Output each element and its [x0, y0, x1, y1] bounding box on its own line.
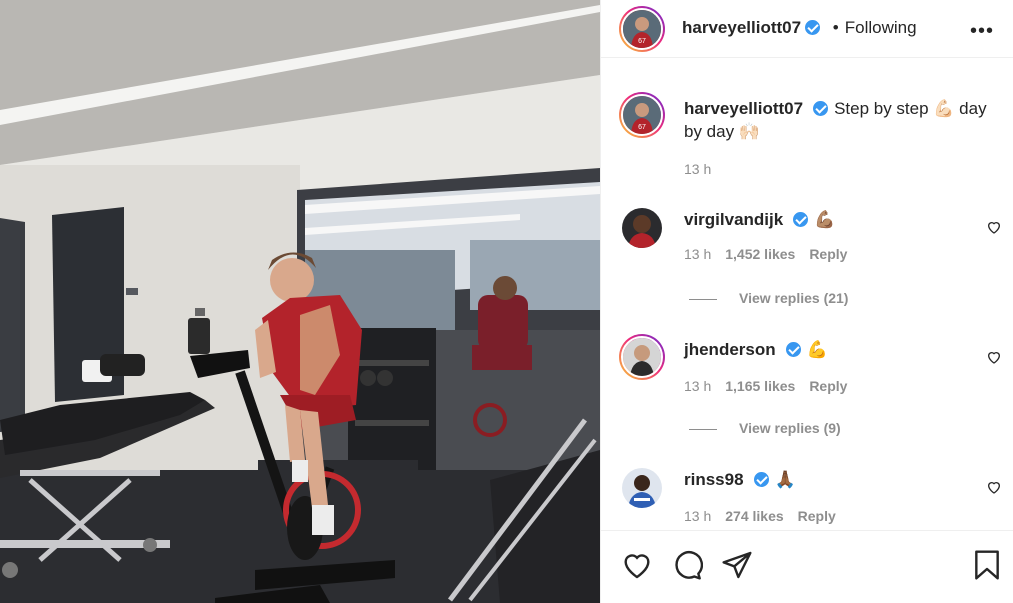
- view-replies-button[interactable]: View replies (9): [689, 420, 841, 436]
- comments-list[interactable]: 67 harveyelliott07 Step by step 💪🏻 day by…: [601, 58, 1013, 530]
- author-avatar[interactable]: 67: [619, 6, 665, 52]
- reply-button[interactable]: Reply: [809, 378, 847, 394]
- verified-badge-icon: [813, 101, 829, 116]
- comment-meta: 13 h 1,165 likes Reply: [684, 378, 847, 394]
- comment-icon[interactable]: [671, 549, 703, 581]
- avatar-image: 67: [623, 10, 661, 48]
- comment-likes[interactable]: 1,165 likes: [725, 378, 795, 394]
- commenter-avatar[interactable]: [619, 334, 665, 380]
- comment-body: 💪🏽: [814, 210, 836, 229]
- comment-time[interactable]: 13 h: [684, 378, 711, 394]
- comment-like-icon[interactable]: [986, 479, 1002, 495]
- comment-meta: 13 h 1,452 likes Reply: [684, 246, 847, 262]
- author-username[interactable]: harveyelliott07: [682, 18, 801, 37]
- commenter-avatar[interactable]: [622, 208, 662, 248]
- comment-time[interactable]: 13 h: [684, 508, 711, 524]
- post-sidebar: 67 harveyelliott07 • Following ••• 67 ha…: [600, 0, 1013, 603]
- post-image: [0, 0, 600, 603]
- comment-item: jhenderson 💪 13 h 1,165 likes Reply View re…: [601, 334, 1013, 444]
- commenter-username[interactable]: jhenderson: [684, 340, 776, 359]
- reply-button[interactable]: Reply: [798, 508, 836, 524]
- post-header: 67 harveyelliott07 • Following •••: [601, 0, 1013, 58]
- commenter-avatar[interactable]: [622, 468, 662, 508]
- header-author-row: harveyelliott07 • Following: [682, 18, 917, 38]
- comment-text: virgilvandijk 💪🏽: [684, 208, 994, 231]
- verified-badge-icon: [805, 20, 821, 35]
- comment-likes[interactable]: 274 likes: [725, 508, 783, 524]
- post-photo[interactable]: [0, 0, 600, 603]
- caption-line-1: Step by step 💪🏻 day: [834, 99, 987, 118]
- time-label[interactable]: 13 h: [684, 161, 711, 177]
- reply-button[interactable]: Reply: [809, 246, 847, 262]
- comment-body: 💪: [806, 340, 828, 359]
- comment-text: rinss98 🙏🏾: [684, 468, 994, 491]
- comment-text: jhenderson 💪: [684, 338, 994, 361]
- avatar-image: [622, 208, 662, 248]
- caption-username[interactable]: harveyelliott07: [684, 99, 803, 118]
- send-icon[interactable]: [721, 549, 753, 581]
- svg-text:67: 67: [638, 124, 646, 131]
- caption-text: harveyelliott07 Step by step 💪🏻 day by da…: [684, 97, 994, 143]
- caption-time: 13 h: [684, 161, 711, 177]
- following-button[interactable]: Following: [845, 18, 917, 37]
- verified-badge-icon: [793, 212, 809, 227]
- bookmark-icon[interactable]: [971, 549, 1003, 581]
- caption: 67 harveyelliott07 Step by step 💪🏻 day by…: [601, 92, 1013, 212]
- dot-separator: •: [832, 18, 839, 37]
- comment-likes[interactable]: 1,452 likes: [725, 246, 795, 262]
- commenter-username[interactable]: rinss98: [684, 470, 744, 489]
- view-replies-button[interactable]: View replies (21): [689, 290, 848, 306]
- comment-like-icon[interactable]: [986, 349, 1002, 365]
- verified-badge-icon: [753, 472, 769, 487]
- avatar-image: [622, 468, 662, 508]
- comment-body: 🙏🏾: [774, 470, 796, 489]
- commenter-username[interactable]: virgilvandijk: [684, 210, 783, 229]
- comment-item: rinss98 🙏🏾 13 h 274 likes Reply: [601, 466, 1013, 530]
- action-bar: [601, 530, 1013, 603]
- verified-badge-icon: [785, 342, 801, 357]
- comment-time[interactable]: 13 h: [684, 246, 711, 262]
- avatar-image: 67: [623, 96, 661, 134]
- heart-icon[interactable]: [621, 549, 653, 581]
- caption-line-2: by day 🙌🏻: [684, 122, 760, 141]
- comment-item: virgilvandijk 💪🏽 13 h 1,452 likes Reply Vie…: [601, 206, 1013, 316]
- more-options-icon[interactable]: •••: [970, 20, 994, 43]
- avatar-image: [623, 338, 661, 376]
- comment-like-icon[interactable]: [986, 219, 1002, 235]
- caption-author-avatar[interactable]: 67: [619, 92, 665, 138]
- comment-meta: 13 h 274 likes Reply: [684, 508, 836, 524]
- svg-text:67: 67: [638, 38, 646, 45]
